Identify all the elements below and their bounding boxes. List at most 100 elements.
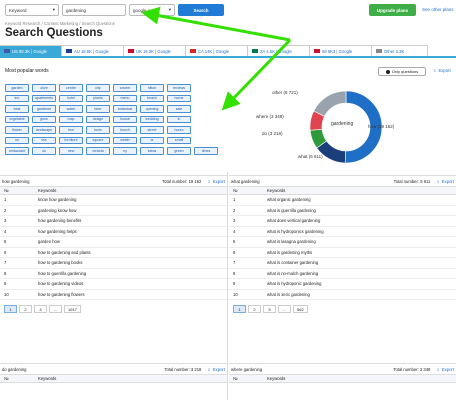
search-button[interactable]: Search	[178, 4, 224, 16]
table-row[interactable]: 3 what does vertical gardening	[229, 216, 456, 227]
export-button[interactable]: ⇩ Export	[433, 68, 451, 73]
word-chip[interactable]: wedding	[140, 115, 164, 123]
export-button[interactable]: ⇩ Export	[436, 367, 454, 372]
tab-0[interactable]: US 93.3K | Google	[0, 45, 62, 56]
table-row[interactable]: 2 what is guerrilla gardening	[229, 206, 456, 216]
word-chip[interactable]: beach	[140, 94, 164, 102]
word-chip[interactable]: plants	[86, 94, 110, 102]
tab-2[interactable]: UK 19.3K | Google	[124, 45, 186, 56]
word-chip[interactable]: small	[167, 136, 191, 144]
word-chip[interactable]: water	[59, 105, 83, 113]
see-other-plans-link[interactable]: See other plans	[422, 7, 454, 12]
page-button[interactable]: 1	[233, 305, 246, 313]
keyword-type-select[interactable]: Keyword ▾	[5, 4, 59, 16]
word-chip[interactable]: reviews	[167, 84, 191, 92]
tab-5[interactable]: IM 5K3 | Google	[310, 45, 372, 56]
word-chip[interactable]: garden	[5, 84, 29, 92]
word-chip[interactable]: tea	[32, 136, 56, 144]
only-questions-button[interactable]: Only questions	[378, 67, 426, 76]
page-button[interactable]: 3	[263, 305, 276, 313]
table-row[interactable]: 1 what organic gardening	[229, 195, 456, 206]
word-chip[interactable]: restaurant	[5, 147, 29, 155]
word-chip[interactable]: few	[59, 126, 83, 134]
table-row[interactable]: 7 how to gardening books	[0, 258, 227, 269]
word-chip[interactable]: botanical	[113, 105, 137, 113]
search-engine-select[interactable]: google.com ▾	[129, 4, 175, 16]
word-chip[interactable]: hotel	[59, 94, 83, 102]
table-row[interactable]: 6 how to gardening and plants	[0, 248, 227, 258]
table-row[interactable]: 10 what is xeric gardening	[229, 290, 456, 300]
word-chip[interactable]: house	[113, 115, 137, 123]
word-chip[interactable]: centre	[59, 84, 83, 92]
word-chip[interactable]: map	[59, 115, 83, 123]
export-button[interactable]: ⇩ Export	[436, 179, 454, 184]
table-row[interactable]: 6 what is gardening myths	[229, 248, 456, 258]
export-button[interactable]: ⇩ Export	[207, 179, 225, 184]
table-row[interactable]: 8 what is no-mulch gardening	[229, 269, 456, 279]
word-chip[interactable]: beer	[86, 105, 110, 113]
word-chip[interactable]: in	[167, 115, 191, 123]
word-chip[interactable]: opening	[140, 105, 164, 113]
table-row[interactable]: 5 garden how	[0, 237, 227, 248]
word-chip[interactable]: times	[194, 147, 218, 155]
page-button[interactable]: 3	[34, 305, 47, 313]
word-chip[interactable]: furniture	[59, 136, 83, 144]
word-chip[interactable]: landscape	[32, 126, 56, 134]
word-chip[interactable]: best	[5, 105, 29, 113]
word-chip[interactable]: hilton	[140, 84, 164, 92]
tab-4[interactable]: ZA 4.6K | Google	[248, 45, 310, 56]
page-button[interactable]: ...	[278, 305, 291, 313]
word-chip[interactable]: olive	[32, 84, 56, 92]
word-chip[interactable]: square	[86, 136, 110, 144]
page-button[interactable]: 562	[293, 305, 308, 313]
word-chip[interactable]: hooch	[113, 126, 137, 134]
word-chip[interactable]: victoria	[86, 147, 110, 155]
export-button[interactable]: ⇩ Export	[207, 367, 225, 372]
word-chip[interactable]: grow	[32, 115, 56, 123]
table-row[interactable]: 10 how to gardening flowers	[0, 290, 227, 300]
word-chip[interactable]: la	[140, 136, 164, 144]
search-input[interactable]: gardening	[62, 4, 126, 16]
table-row[interactable]: 4 how gardening helps	[0, 227, 227, 237]
table-row[interactable]: 5 what is lasagna gardening	[229, 237, 456, 248]
donut-segment[interactable]	[313, 90, 347, 117]
word-chip[interactable]: vegetable	[5, 115, 29, 123]
word-chip[interactable]: hours	[167, 126, 191, 134]
page-button[interactable]: 1917	[64, 305, 81, 313]
word-chip[interactable]: tools	[86, 126, 110, 134]
word-chip[interactable]: home	[167, 94, 191, 102]
table-row[interactable]: 7 what is container gardening	[229, 258, 456, 269]
table-row[interactable]: 4 what is hydroponics gardening	[229, 227, 456, 237]
word-chip[interactable]: ny	[113, 147, 137, 155]
word-chip[interactable]: uk	[32, 147, 56, 155]
word-chip[interactable]: sale	[167, 105, 191, 113]
page-button[interactable]: 2	[19, 305, 32, 313]
word-chip[interactable]: flower	[5, 126, 29, 134]
upgrade-plans-button[interactable]: Upgrade plans	[369, 4, 416, 16]
word-chip[interactable]: street	[140, 126, 164, 134]
word-chip[interactable]: apartments	[32, 94, 56, 102]
word-chip[interactable]: new	[59, 147, 83, 155]
table-row[interactable]: 1 know how gardening	[0, 195, 227, 206]
tab-1[interactable]: AU 19.8K | Google	[62, 45, 124, 56]
word-chip[interactable]: city	[86, 84, 110, 92]
page-button[interactable]: 2	[248, 305, 261, 313]
word-chip[interactable]: covent	[113, 84, 137, 92]
word-chip[interactable]: menu	[113, 94, 137, 102]
word-chip[interactable]: inn	[5, 94, 29, 102]
page-button[interactable]: ...	[49, 305, 62, 313]
word-chip[interactable]: design	[86, 115, 110, 123]
word-chip[interactable]: green	[167, 147, 191, 155]
table-row[interactable]: 3 how gardening benefits	[0, 216, 227, 227]
tab-3[interactable]: CA 14K | Google	[186, 45, 248, 56]
table-row[interactable]: 8 how to guerrilla gardening	[0, 269, 227, 279]
table-row[interactable]: 9 how to gardening videos	[0, 279, 227, 290]
word-chip[interactable]: gardener	[32, 105, 56, 113]
table-row[interactable]: 2 gardening know how	[0, 206, 227, 216]
word-chip[interactable]: ideas	[140, 147, 164, 155]
table-row[interactable]: 9 what is hydroponic gardening	[229, 279, 456, 290]
word-chip[interactable]: us	[5, 136, 29, 144]
word-chip[interactable]: winter	[113, 136, 137, 144]
page-button[interactable]: 1	[4, 305, 17, 313]
tab-6[interactable]: Other 3.3K	[372, 45, 428, 56]
